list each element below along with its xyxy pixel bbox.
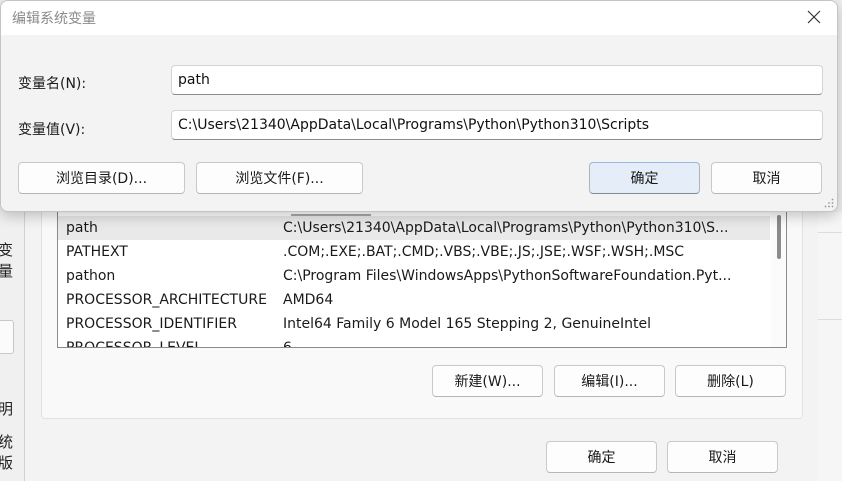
variable-value-input[interactable]: C:\Users\21340\AppData\Local\Programs\Py… <box>171 110 823 140</box>
browse-file-button[interactable]: 浏览文件(F)... <box>196 162 363 194</box>
list-row-path[interactable]: path C:\Users\21340\AppData\Local\Progra… <box>58 216 770 240</box>
edit-system-variable-dialog: 编辑系统变量 变量名(N): path 变量值(V): C:\Users\213… <box>0 0 838 212</box>
variable-name: PROCESSOR_LEVEL <box>66 340 203 348</box>
close-icon <box>807 10 821 24</box>
dialog-body: 变量名(N): path 变量值(V): C:\Users\21340\AppD… <box>1 35 837 211</box>
variable-value: Intel64 Family 6 Model 165 Stepping 2, G… <box>283 316 652 332</box>
background-left-window: 变量 明 统版 <box>0 212 25 481</box>
variable-name: pathon <box>66 268 116 284</box>
list-scrollbar[interactable] <box>771 212 786 347</box>
variable-value: C:\Users\21340\AppData\Local\Programs\Py… <box>283 220 729 236</box>
ok-button[interactable]: 确定 <box>589 162 700 194</box>
variable-name: PROCESSOR_ARCHITECTURE <box>66 292 267 308</box>
env-cancel-button[interactable]: 取消 <box>667 441 778 473</box>
system-variables-group: path C:\Users\21340\AppData\Local\Progra… <box>41 212 803 419</box>
cancel-button[interactable]: 取消 <box>711 162 822 194</box>
variable-name-input[interactable]: path <box>171 65 823 95</box>
variable-name: PROCESSOR_IDENTIFIER <box>66 316 237 332</box>
browse-directory-button[interactable]: 浏览目录(D)... <box>18 162 185 194</box>
delete-variable-button[interactable]: 删除(L) <box>675 365 786 397</box>
list-row-pathon[interactable]: pathon C:\Program Files\WindowsApps\Pyth… <box>58 264 770 288</box>
variable-name-label: 变量名(N): <box>18 76 87 92</box>
left-fragment-edition: 统版 <box>0 433 14 472</box>
system-variables-list[interactable]: path C:\Users\21340\AppData\Local\Progra… <box>57 212 787 348</box>
left-fragment-input <box>0 320 14 354</box>
background-right-window <box>818 212 842 481</box>
divider <box>818 319 842 320</box>
variable-value: .COM;.EXE;.BAT;.CMD;.VBS;.VBE;.JS;.JSE;.… <box>283 244 685 260</box>
new-variable-button[interactable]: 新建(W)... <box>432 365 543 397</box>
environment-variables-window: path C:\Users\21340\AppData\Local\Progra… <box>24 212 820 481</box>
edit-variable-button[interactable]: 编辑(I)... <box>554 365 665 397</box>
scrollbar-thumb[interactable] <box>777 215 781 259</box>
variable-name: path <box>66 220 98 236</box>
dialog-titlebar[interactable]: 编辑系统变量 <box>1 1 837 35</box>
dialog-title: 编辑系统变量 <box>12 11 96 27</box>
env-ok-button[interactable]: 确定 <box>546 441 657 473</box>
screen: 变量 明 统版 path C:\Users\21340\AppData\Loca… <box>0 0 842 481</box>
list-row-processor-level[interactable]: PROCESSOR_LEVEL 6 <box>58 336 770 348</box>
left-fragment-ming: 明 <box>0 400 14 418</box>
list-row-processor-identifier[interactable]: PROCESSOR_IDENTIFIER Intel64 Family 6 Mo… <box>58 312 770 336</box>
variable-value: C:\Program Files\WindowsApps\PythonSoftw… <box>283 268 732 284</box>
variable-value: AMD64 <box>283 292 334 308</box>
variable-name: PATHEXT <box>66 244 128 260</box>
resize-grip-icon[interactable] <box>824 198 834 208</box>
variable-value-label: 变量值(V): <box>18 122 86 138</box>
close-button[interactable] <box>801 3 827 31</box>
divider <box>818 232 842 233</box>
list-row-processor-architecture[interactable]: PROCESSOR_ARCHITECTURE AMD64 <box>58 288 770 312</box>
variable-value: 6 <box>283 340 292 348</box>
left-fragment-variable: 变量 <box>0 241 14 280</box>
list-row-pathext[interactable]: PATHEXT .COM;.EXE;.BAT;.CMD;.VBS;.VBE;.J… <box>58 240 770 264</box>
